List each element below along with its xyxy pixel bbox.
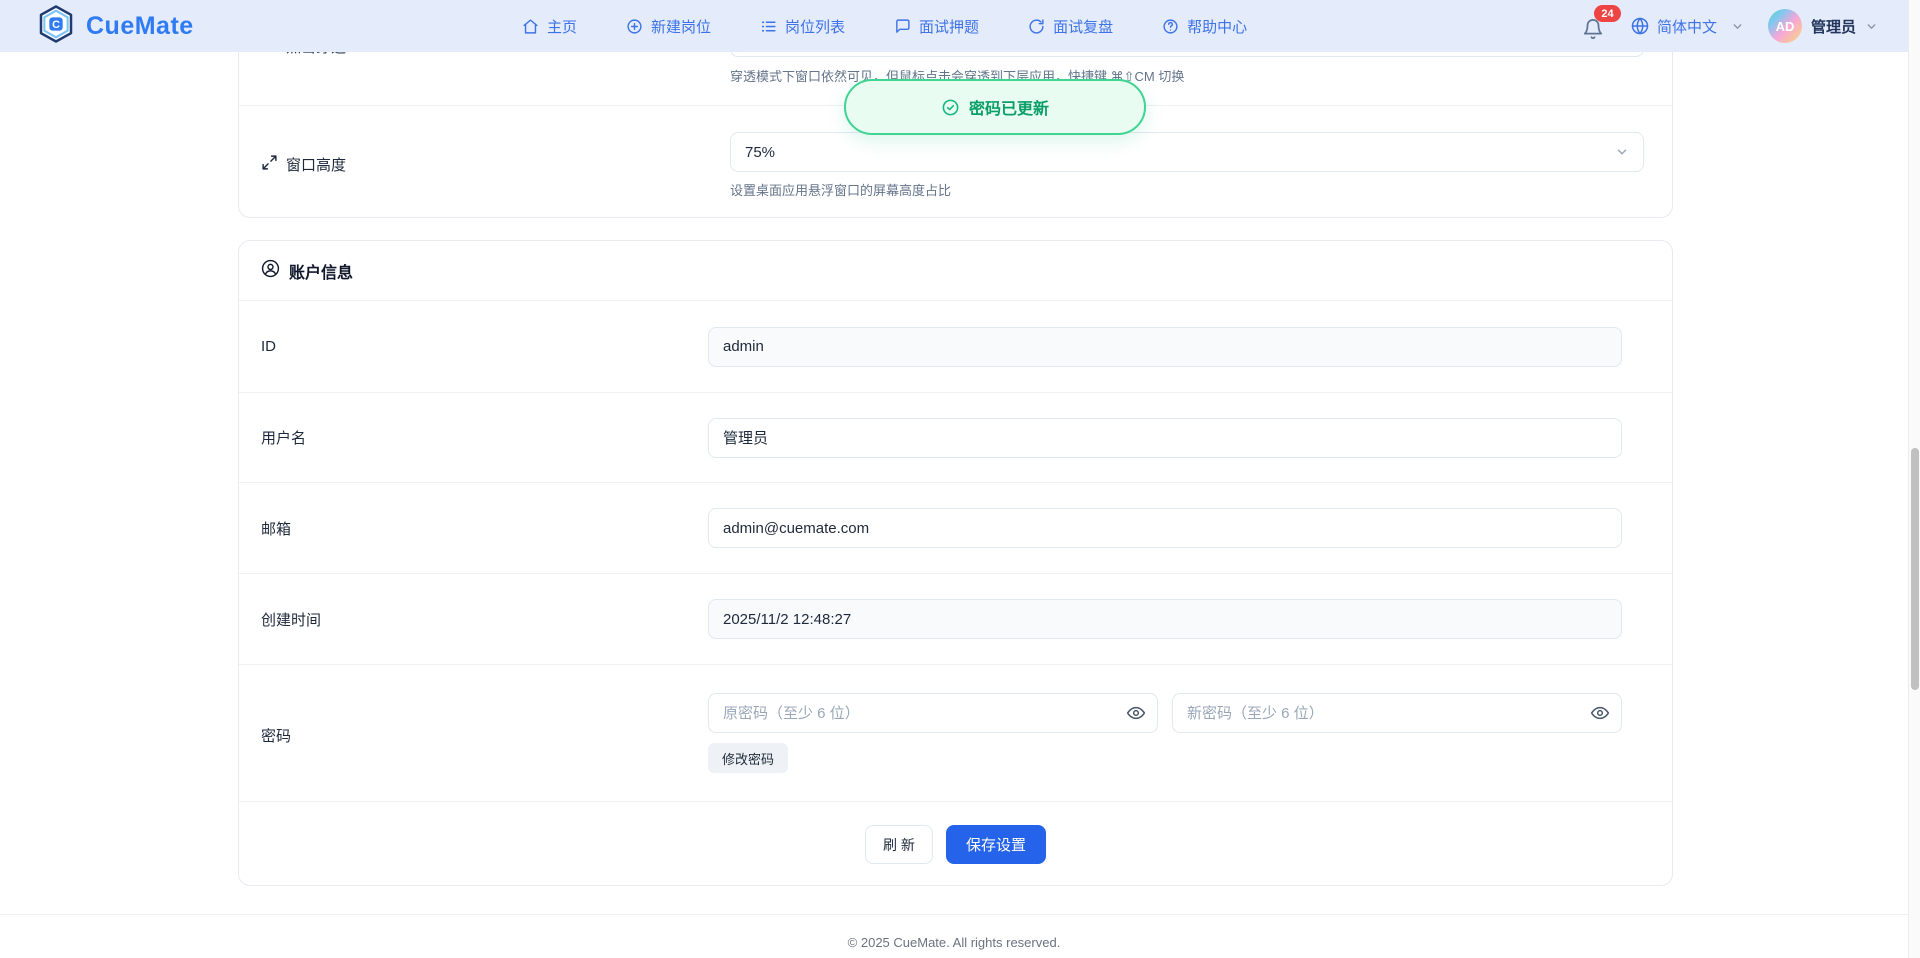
username-label: 用户名 (239, 427, 708, 448)
brand-name: CueMate (86, 12, 194, 41)
language-selector[interactable]: 简体中文 (1630, 16, 1717, 37)
old-password-field-wrap (708, 693, 1158, 733)
chat-icon (894, 18, 911, 35)
new-password-field-wrap (1172, 693, 1622, 733)
password-row: 密码 修改密码 (239, 665, 1672, 801)
help-circle-icon (1162, 18, 1179, 35)
old-password-input[interactable] (708, 693, 1158, 733)
user-circle-icon (261, 259, 280, 283)
copyright-text: © 2025 CueMate. All rights reserved. (848, 935, 1061, 950)
toast-message: 密码已更新 (969, 95, 1049, 119)
nav-right-cluster: 24 简体中文 AD 管理员 (1582, 0, 1878, 52)
chevron-down-icon[interactable] (1731, 20, 1744, 33)
id-label: ID (239, 338, 708, 355)
brand[interactable]: C CueMate (36, 4, 194, 49)
notifications-button[interactable]: 24 (1582, 11, 1608, 41)
language-label: 简体中文 (1657, 16, 1717, 37)
avatar: AD (1768, 9, 1802, 43)
created-time-row: 创建时间 (239, 574, 1672, 665)
created-time-input[interactable] (708, 599, 1622, 639)
nav-item-help-center[interactable]: 帮助中心 (1162, 16, 1247, 37)
window-height-value: 75% (745, 144, 775, 161)
id-row: ID (239, 301, 1672, 393)
username-input[interactable] (708, 418, 1622, 458)
save-settings-button[interactable]: 保存设置 (946, 825, 1046, 864)
email-label: 邮箱 (239, 518, 708, 539)
user-menu[interactable]: AD 管理员 (1768, 9, 1878, 43)
account-card-header: 账户信息 (239, 241, 1672, 301)
nav-item-home[interactable]: 主页 (522, 16, 577, 37)
account-card-title: 账户信息 (289, 259, 353, 283)
scrollbar-track[interactable] (1908, 0, 1920, 958)
notification-count-badge: 24 (1594, 5, 1621, 22)
nav-item-interview-questions[interactable]: 面试押题 (894, 16, 979, 37)
toggle-old-password-visibility-button[interactable] (1126, 703, 1146, 723)
expand-icon (261, 154, 278, 175)
username-row: 用户名 (239, 393, 1672, 483)
eye-icon (1590, 703, 1610, 723)
new-password-input[interactable] (1172, 693, 1622, 733)
site-footer: © 2025 CueMate. All rights reserved. (0, 914, 1908, 950)
check-circle-icon (941, 98, 960, 117)
created-time-label: 创建时间 (239, 609, 708, 630)
chevron-down-icon (1615, 145, 1629, 159)
id-input[interactable] (708, 327, 1622, 367)
list-icon (760, 18, 777, 35)
nav-item-interview-review[interactable]: 面试复盘 (1028, 16, 1113, 37)
success-toast: 密码已更新 (844, 79, 1146, 135)
card-actions-row: 刷 新 保存设置 (239, 801, 1672, 887)
eye-icon (1126, 703, 1146, 723)
nav-item-new-position[interactable]: 新建岗位 (626, 16, 711, 37)
account-info-card: 账户信息 ID 用户名 邮箱 创建时间 密码 (238, 240, 1673, 886)
top-nav-bar: C CueMate 主页 新建岗位 岗位列表 面试押题 面试复盘 帮助中心 (0, 0, 1920, 52)
chevron-down-icon (1865, 20, 1878, 33)
email-row: 邮箱 (239, 483, 1672, 574)
email-input[interactable] (708, 508, 1622, 548)
globe-icon (1630, 16, 1650, 36)
user-name: 管理员 (1811, 16, 1856, 37)
refresh-button[interactable]: 刷 新 (865, 825, 933, 864)
scrollbar-thumb[interactable] (1911, 448, 1919, 690)
window-height-row-label: 窗口高度 (261, 154, 346, 175)
cuemate-logo-icon: C (36, 4, 76, 49)
change-password-button[interactable]: 修改密码 (708, 743, 788, 773)
home-icon (522, 18, 539, 35)
window-height-select[interactable]: 75% (730, 132, 1644, 172)
plus-circle-icon (626, 18, 643, 35)
refresh-icon (1028, 18, 1045, 35)
window-height-help-text: 设置桌面应用悬浮窗口的屏幕高度占比 (730, 180, 951, 199)
nav-item-position-list[interactable]: 岗位列表 (760, 16, 845, 37)
svg-text:C: C (52, 18, 60, 30)
main-nav: 主页 新建岗位 岗位列表 面试押题 面试复盘 帮助中心 (522, 0, 1247, 52)
password-label: 密码 (239, 665, 708, 746)
toggle-new-password-visibility-button[interactable] (1590, 703, 1610, 723)
